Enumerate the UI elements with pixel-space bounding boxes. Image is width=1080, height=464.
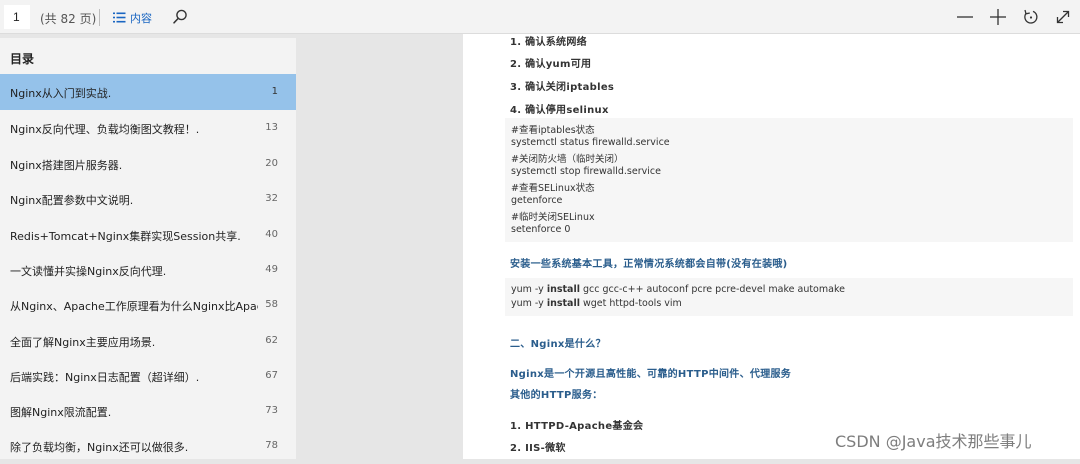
toc-item-page: 1 (271, 86, 278, 97)
toc-item[interactable]: 图解Nginx限流配置. 73 (0, 393, 296, 429)
code-line: getenforce (511, 195, 563, 206)
code-line: #查看SELinux状态 (511, 183, 595, 194)
toc-item[interactable]: 全面了解Nginx主要应用场景. 62 (0, 323, 296, 359)
code-line: #关闭防火墙（临时关闭） (511, 154, 624, 165)
zoom-out-icon[interactable] (955, 7, 975, 27)
toc-item[interactable]: Nginx搭建图片服务器. 20 (0, 146, 296, 182)
toc-item[interactable]: 从Nginx、Apache工作原理看为什么Nginx比Apac 58 (0, 287, 296, 323)
code-line: yum -y install wget httpd-tools vim (511, 298, 682, 309)
document-page: 1. 确认系统网络 2. 确认yum可用 3. 确认关闭iptables 4. … (463, 34, 1080, 459)
code-line: #查看iptables状态 (511, 125, 595, 136)
watermark: CSDN @Java技术那些事儿 (835, 432, 1032, 451)
step-item: 4. 确认停用selinux (510, 105, 609, 116)
toc-item-page: 73 (265, 405, 278, 416)
rotate-icon[interactable] (1021, 7, 1041, 27)
toc-item-label: 全面了解Nginx主要应用场景. (10, 336, 156, 349)
code-post: gcc gcc-c++ autoconf pcre pcre-devel mak… (579, 284, 845, 295)
toc-item-page: 13 (265, 122, 278, 133)
toc-item-label: Nginx配置参数中文说明. (10, 194, 134, 207)
step-item: 1. 确认系统网络 (510, 37, 587, 48)
code-pre: yum -y (511, 284, 547, 295)
toc-item-page: 62 (265, 335, 278, 346)
code-line: systemctl status firewalld.service (511, 137, 670, 148)
toc-item[interactable]: Nginx从入门到实战. 1 (0, 74, 296, 110)
zoom-in-icon[interactable] (988, 7, 1008, 27)
server-item: 1. HTTPD-Apache基金会 (510, 421, 644, 432)
code-line: yum -y install gcc gcc-c++ autoconf pcre… (511, 284, 845, 295)
code-pre: yum -y (511, 298, 547, 309)
contents-label: 内容 (130, 11, 152, 25)
install-heading: 安装一些系统基本工具，正常情况系统都会自带(没有在装哦) (510, 259, 788, 270)
step-item: 3. 确认关闭iptables (510, 82, 615, 93)
toc-item-label: 一文读懂并实操Nginx反向代理. (10, 265, 167, 278)
toc-sidebar: 目录 Nginx从入门到实战. 1 Nginx反向代理、负载均衡图文教程！. 1… (0, 38, 296, 459)
list-icon (113, 12, 126, 23)
code-line: systemctl stop firewalld.service (511, 166, 661, 177)
contents-button[interactable]: 内容 (113, 9, 152, 26)
code-keyword: install (546, 284, 580, 295)
toc-item-label: Nginx反向代理、负载均衡图文教程！. (10, 123, 200, 136)
code-keyword: install (546, 298, 580, 309)
search-icon[interactable] (171, 8, 189, 26)
code-block: #查看iptables状态 systemctl status firewalld… (505, 118, 1073, 242)
page-total: (共 82 页) (40, 12, 97, 26)
toc-item[interactable]: 一文读懂并实操Nginx反向代理. 49 (0, 252, 296, 288)
fullscreen-icon[interactable] (1053, 7, 1073, 27)
code-post: wget httpd-tools vim (579, 298, 682, 309)
toc-title: 目录 (10, 52, 35, 66)
toc-item-page: 58 (265, 299, 278, 310)
server-item: 2. IIS-微软 (510, 443, 566, 454)
code-line: setenforce 0 (511, 224, 571, 235)
code-line: #临时关闭SELinux (511, 212, 595, 223)
section-title: 二、Nginx是什么？ (510, 339, 606, 350)
install-code-block: yum -y install gcc gcc-c++ autoconf pcre… (505, 278, 1073, 316)
intro-text: Nginx是一个开源且高性能、可靠的HTTP中间件、代理服务 (510, 369, 792, 380)
toc-item[interactable]: 后端实践：Nginx日志配置（超详细）. 67 (0, 358, 296, 394)
toc-item-label: Redis+Tomcat+Nginx集群实现Session共享. (10, 230, 241, 243)
toc-item-label: Nginx从入门到实战. (10, 87, 112, 100)
toc-item-page: 32 (265, 193, 278, 204)
toc-item[interactable]: Nginx反向代理、负载均衡图文教程！. 13 (0, 110, 296, 146)
toc-item-page: 40 (265, 229, 278, 240)
toolbar: (共 82 页) 内容 (0, 0, 1080, 34)
other-label: 其他的HTTP服务： (510, 390, 603, 401)
toc-item-label: 图解Nginx限流配置. (10, 406, 112, 419)
toc-item-label: 后端实践：Nginx日志配置（超详细）. (10, 371, 200, 384)
toc-item-label: Nginx搭建图片服务器. (10, 159, 123, 172)
toc-item[interactable]: Nginx配置参数中文说明. 32 (0, 181, 296, 217)
toc-item-page: 49 (265, 264, 278, 275)
page-number-input[interactable] (4, 5, 30, 29)
toolbar-divider (99, 9, 100, 26)
step-item: 2. 确认yum可用 (510, 59, 592, 70)
toc-item-label: 从Nginx、Apache工作原理看为什么Nginx比Apac (10, 300, 258, 313)
toc-item[interactable]: Redis+Tomcat+Nginx集群实现Session共享. 40 (0, 217, 296, 253)
toc-item-page: 78 (265, 440, 278, 451)
toc-item-label: 除了负载均衡，Nginx还可以做很多. (10, 441, 189, 454)
toc-item-page: 20 (265, 158, 278, 169)
toc-item-page: 67 (265, 370, 278, 381)
